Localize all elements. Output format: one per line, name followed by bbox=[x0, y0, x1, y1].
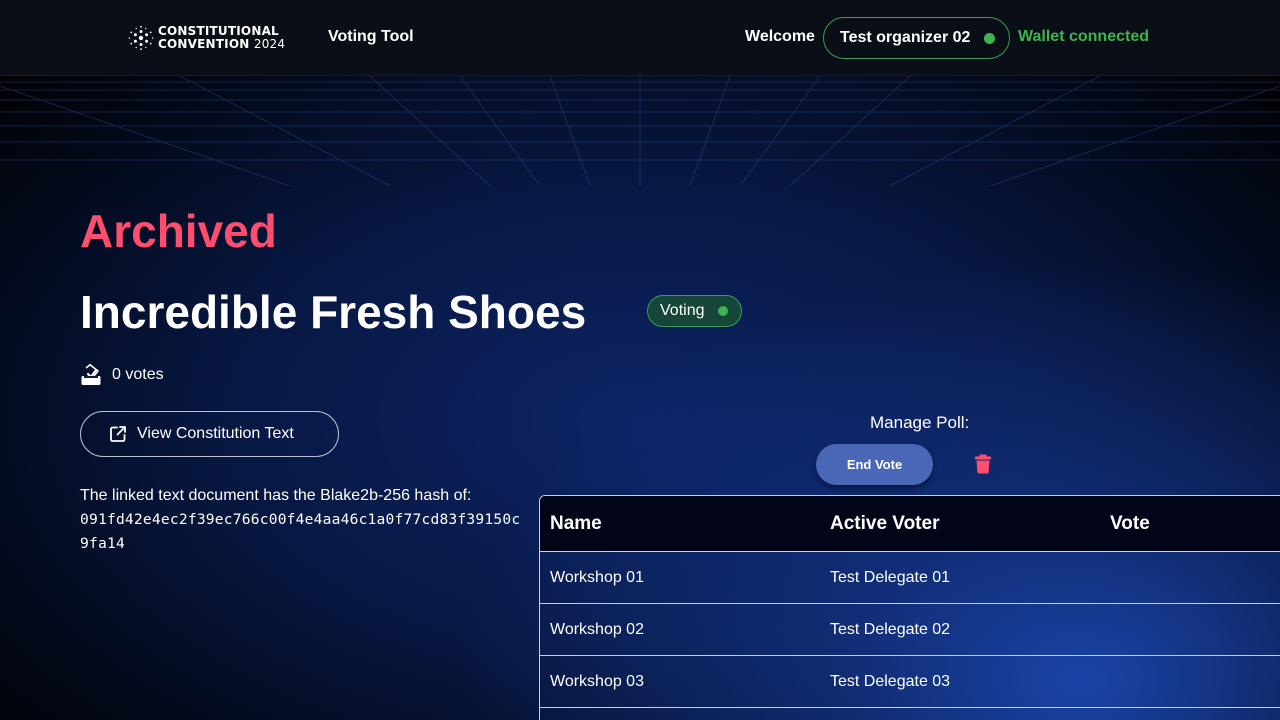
poll-status-badge: Voting bbox=[647, 295, 742, 327]
hash-intro: The linked text document has the Blake2b… bbox=[80, 487, 472, 504]
row-name: Workshop 02 bbox=[550, 620, 644, 638]
logo-wordmark: CONSTITUTIONAL CONVENTION 2024 bbox=[158, 25, 285, 51]
column-header-vote: Vote bbox=[1110, 512, 1150, 534]
external-link-icon bbox=[110, 426, 126, 442]
hash-description: The linked text document has the Blake2b… bbox=[80, 484, 520, 556]
wallet-status: Wallet connected bbox=[1018, 28, 1149, 45]
table-header-row: Name Active Voter Vote bbox=[540, 496, 1280, 552]
hash-value-line-1: 091fd42e4ec2f39ec766c00f4e4aa46c1a0f77cd… bbox=[80, 511, 521, 528]
trash-icon[interactable] bbox=[974, 454, 992, 474]
ballot-box-icon bbox=[81, 364, 101, 385]
view-constitution-button[interactable]: View Constitution Text bbox=[80, 411, 339, 457]
poll-details: Archived Incredible Fresh Shoes Voting 0… bbox=[0, 0, 1280, 720]
user-account-button[interactable]: Test organizer 02 bbox=[823, 17, 1010, 59]
manage-poll-label: Manage Poll: bbox=[870, 413, 970, 432]
welcome-label: Welcome bbox=[745, 28, 815, 45]
connected-status-dot bbox=[984, 33, 995, 44]
row-active-voter: Test Delegate 02 bbox=[830, 620, 951, 638]
column-header-active-voter: Active Voter bbox=[830, 512, 940, 534]
status-dot bbox=[718, 306, 728, 316]
voters-table: Name Active Voter Vote Workshop 01 Test … bbox=[539, 495, 1280, 720]
table-row: Workshop 01 Test Delegate 01 bbox=[540, 552, 1280, 604]
table-row: Workshop 03 Test Delegate 03 bbox=[540, 656, 1280, 708]
tool-name-link[interactable]: Voting Tool bbox=[328, 28, 414, 46]
vote-count: 0 votes bbox=[80, 364, 164, 386]
table-row: Workshop 02 Test Delegate 02 bbox=[540, 604, 1280, 656]
logo-line-2: CONVENTION 2024 bbox=[158, 38, 285, 51]
row-active-voter: Test Delegate 03 bbox=[830, 672, 951, 690]
column-header-name: Name bbox=[550, 512, 602, 534]
poll-title: Incredible Fresh Shoes bbox=[80, 286, 587, 338]
cardano-logo-icon bbox=[128, 25, 154, 51]
archived-label: Archived bbox=[80, 205, 277, 257]
view-constitution-label: View Constitution Text bbox=[137, 425, 294, 442]
user-name: Test organizer 02 bbox=[840, 29, 971, 46]
hash-value-line-2: 9fa14 bbox=[80, 535, 125, 552]
app-logo[interactable]: CONSTITUTIONAL CONVENTION 2024 bbox=[128, 24, 285, 52]
logo-line-2-word: CONVENTION bbox=[158, 37, 250, 51]
row-active-voter: Test Delegate 01 bbox=[830, 568, 951, 586]
row-name: Workshop 01 bbox=[550, 568, 644, 586]
top-navbar: CONSTITUTIONAL CONVENTION 2024 Voting To… bbox=[0, 0, 1280, 76]
row-name: Workshop 03 bbox=[550, 672, 644, 690]
vote-count-text: 0 votes bbox=[112, 366, 164, 383]
poll-status-label: Voting bbox=[660, 302, 705, 319]
end-vote-button[interactable]: End Vote bbox=[816, 444, 933, 485]
logo-year: 2024 bbox=[253, 37, 286, 51]
